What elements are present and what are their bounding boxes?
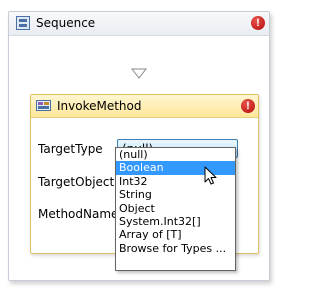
dropdown-option-boolean[interactable]: Boolean (116, 161, 235, 175)
mouse-pointer-icon (204, 166, 217, 185)
target-type-label: TargetType (38, 142, 103, 156)
dropdown-option-int32[interactable]: Int32 (116, 175, 235, 188)
sequence-error-icon[interactable]: ! (251, 16, 265, 30)
sequence-header[interactable]: Sequence ! (9, 12, 269, 36)
drop-target-arrow-icon (131, 68, 147, 79)
dropdown-option-null[interactable]: (null) (116, 148, 235, 161)
invoke-method-title: InvokeMethod (57, 99, 142, 113)
sequence-activity-icon (16, 16, 30, 30)
method-name-label: MethodName (38, 207, 119, 221)
sequence-title: Sequence (36, 16, 96, 30)
target-object-label: TargetObject (38, 175, 115, 189)
dropdown-option-array-of-t[interactable]: Array of [T] (116, 228, 235, 241)
invoke-method-error-icon[interactable]: ! (241, 99, 255, 113)
dropdown-option-string[interactable]: String (116, 188, 235, 201)
invoke-method-activity-icon (36, 100, 51, 111)
invoke-method-header[interactable]: InvokeMethod ! (31, 95, 258, 118)
dropdown-option-system-int32-array[interactable]: System.Int32[] (116, 215, 235, 228)
dropdown-option-browse-for-types[interactable]: Browse for Types ... (116, 242, 235, 255)
dropdown-option-object[interactable]: Object (116, 202, 235, 215)
target-type-dropdown-list[interactable]: (null) Boolean Int32 String Object Syste… (115, 147, 236, 271)
